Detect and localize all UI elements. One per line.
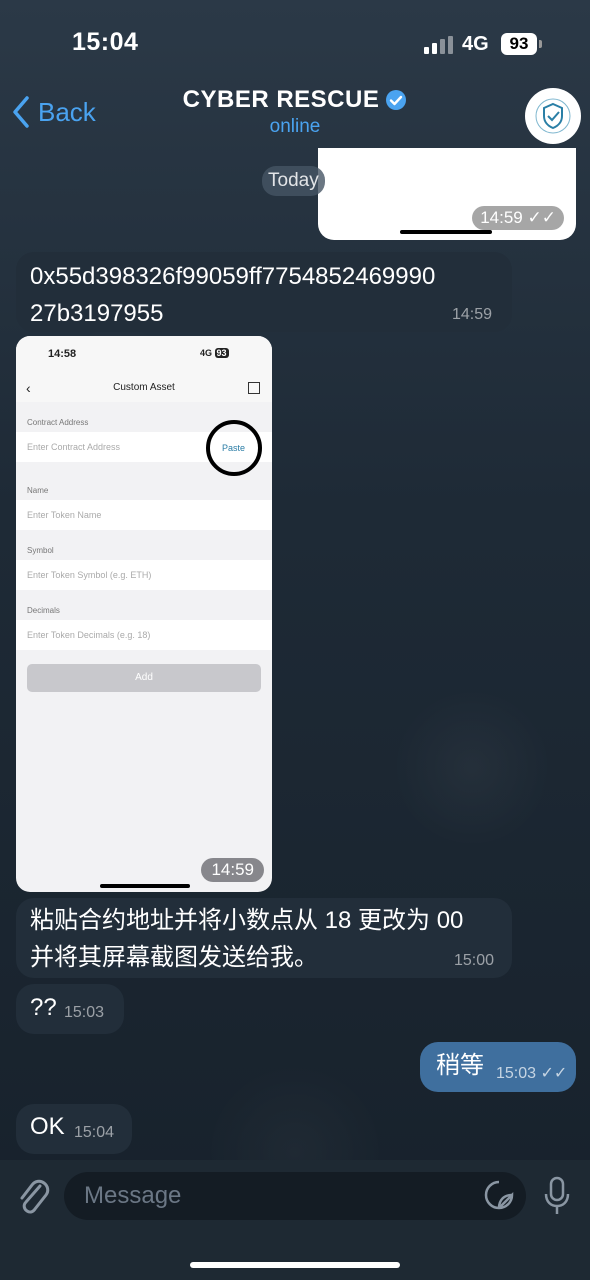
network-type: 4G (462, 33, 489, 55)
battery-icon: 93 (501, 33, 537, 55)
date-separator: Today (262, 166, 325, 196)
image-home-indicator (100, 884, 190, 888)
back-button[interactable]: Back (12, 96, 96, 128)
status-time: 15:04 (72, 28, 139, 56)
signal-icon (424, 36, 454, 54)
screenshot-status-bar: 14:58 4G 93 (16, 336, 272, 374)
chat-header: Back CYBER RESCUE online (0, 86, 590, 148)
microphone-icon[interactable] (542, 1176, 572, 1216)
image-home-indicator (400, 230, 492, 234)
message-text: 0x55d398326f99059ff7754852469990 27b3197… (30, 263, 436, 327)
message-time: 15:03 (64, 1004, 105, 1021)
message-text: 粘贴合约地址并将小数点从 18 更改为 00 并将其屏幕截图发送给我。 (30, 907, 464, 971)
outgoing-message[interactable]: 稍等 15:03 ✓✓ (420, 1042, 576, 1092)
shield-logo-icon (535, 98, 571, 134)
double-check-icon: ✓✓ (527, 208, 557, 227)
incoming-message[interactable]: 0x55d398326f99059ff7754852469990 27b3197… (16, 252, 512, 332)
message-input[interactable] (64, 1172, 526, 1220)
chat-title-area[interactable]: CYBER RESCUE online (150, 86, 440, 138)
message-time: 15:04 (74, 1124, 115, 1141)
chat-status: online (269, 116, 321, 137)
message-time: 14:59 ✓✓ (472, 206, 564, 230)
status-bar: 15:04 4G 93 (0, 0, 590, 86)
message-time: 15:03 ✓✓ (496, 1065, 568, 1082)
message-time: 14:59 (452, 306, 493, 323)
verified-badge-icon (386, 90, 407, 110)
chevron-left-icon: ‹ (26, 380, 31, 396)
message-time: 15:00 (454, 952, 495, 969)
message-time: 14:59 (201, 858, 264, 882)
outgoing-image-message[interactable]: 14:59 ✓✓ (318, 148, 576, 240)
avatar[interactable] (525, 88, 581, 144)
highlight-circle (206, 420, 262, 476)
battery-tip (539, 40, 542, 48)
message-text: OK (30, 1113, 65, 1140)
message-text: 稍等 (436, 1052, 484, 1079)
chevron-left-icon (13, 96, 29, 128)
home-indicator (190, 1262, 400, 1268)
chat-title: CYBER RESCUE (182, 86, 380, 113)
back-label: Back (38, 96, 96, 127)
paperclip-icon[interactable] (14, 1174, 52, 1218)
screenshot-nav-bar: ‹ Custom Asset (16, 374, 272, 402)
screenshot-add-button: Add (27, 664, 261, 692)
scan-icon (248, 382, 260, 394)
incoming-message[interactable]: OK 15:04 (16, 1104, 132, 1154)
double-check-icon: ✓✓ (540, 1065, 568, 1082)
sticker-icon[interactable] (484, 1180, 514, 1210)
incoming-message[interactable]: 粘贴合约地址并将小数点从 18 更改为 00 并将其屏幕截图发送给我。 15:0… (16, 898, 512, 978)
incoming-message[interactable]: ?? 15:03 (16, 984, 124, 1034)
message-text: ?? (30, 994, 57, 1021)
